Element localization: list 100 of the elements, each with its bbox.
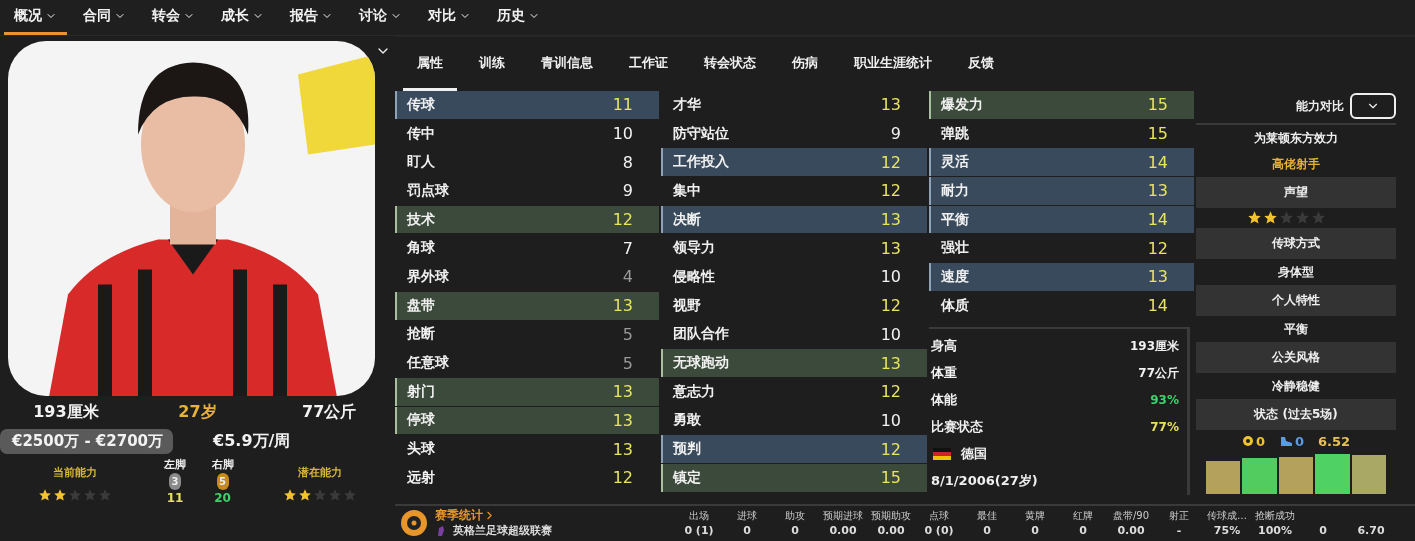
nav-tab[interactable]: 成长 bbox=[211, 0, 274, 35]
table-cell-text: 0.00 bbox=[876, 524, 906, 537]
table-cell-text: 0 bbox=[1030, 524, 1040, 537]
attribute-value: 8 bbox=[622, 152, 633, 172]
nav-tab[interactable]: 报告 bbox=[280, 0, 343, 35]
boot-icon bbox=[1278, 435, 1293, 447]
attribute-name: 强壮 bbox=[941, 239, 969, 258]
attribute-value: 13 bbox=[1147, 267, 1168, 287]
nav-tab[interactable]: 转会 bbox=[142, 0, 205, 35]
tab[interactable]: 转会状态 bbox=[690, 37, 770, 91]
attribute-name: 侵略性 bbox=[673, 267, 715, 286]
empty-star-icon bbox=[98, 488, 112, 502]
info-value: 77% bbox=[1150, 420, 1179, 434]
player-age: 27岁 bbox=[178, 402, 217, 423]
attribute-name: 意志力 bbox=[673, 382, 715, 401]
empty-star-icon bbox=[83, 488, 97, 502]
attribute-value: 10 bbox=[880, 410, 901, 430]
foot-label: 左脚 bbox=[164, 457, 186, 472]
section-value: 身体型 bbox=[1278, 264, 1314, 281]
column-header: 助攻 bbox=[784, 508, 806, 523]
table-cell-text: 0 (1) bbox=[683, 524, 715, 537]
nav-tab[interactable]: 对比 bbox=[418, 0, 481, 35]
flag-icon bbox=[933, 448, 951, 460]
attribute-name: 镇定 bbox=[673, 468, 701, 487]
star-icon bbox=[38, 488, 52, 502]
table-cell-text: - bbox=[1175, 524, 1183, 537]
column-header: 预期进球 bbox=[822, 508, 864, 523]
table-cell-text: 0.00 bbox=[828, 524, 858, 537]
info-label: 比赛状态 bbox=[931, 418, 983, 436]
table-cell-text: 0 bbox=[1318, 524, 1328, 537]
tab[interactable]: 伤病 bbox=[778, 37, 832, 91]
tab[interactable]: 反馈 bbox=[954, 37, 1008, 91]
attribute-value: 13 bbox=[612, 296, 633, 316]
section-heading: 个人特性 bbox=[1196, 285, 1396, 316]
attribute-value: 13 bbox=[880, 353, 901, 373]
season-stats-link[interactable]: 赛季统计 bbox=[435, 507, 675, 524]
attribute-value: 15 bbox=[1147, 124, 1168, 144]
average-rating: 6.52 bbox=[1318, 433, 1351, 449]
star-icon bbox=[1246, 210, 1262, 225]
tab[interactable]: 职业生涯统计 bbox=[840, 37, 946, 91]
column-header: 出场 bbox=[688, 508, 710, 523]
attribute-value: 14 bbox=[1147, 296, 1168, 316]
attribute-value: 13 bbox=[880, 238, 901, 258]
attribute-name: 停球 bbox=[407, 411, 435, 430]
info-label: 体能 bbox=[931, 391, 957, 409]
column-header: 最佳 bbox=[976, 508, 998, 523]
info-value: 193厘米 bbox=[1129, 337, 1179, 355]
compare-label: 能力对比 bbox=[1296, 97, 1344, 115]
section-heading: 公关风格 bbox=[1196, 342, 1396, 373]
tab[interactable]: 训练 bbox=[465, 37, 519, 91]
column-header: 红牌 bbox=[1072, 508, 1094, 523]
attribute-name: 灵活 bbox=[941, 153, 969, 172]
attribute-value: 15 bbox=[880, 468, 901, 488]
attribute-name: 平衡 bbox=[941, 210, 969, 229]
attribute-value: 12 bbox=[1147, 238, 1168, 258]
attribute-value: 10 bbox=[880, 324, 901, 344]
attribute-value: 9 bbox=[622, 181, 633, 201]
empty-star-icon bbox=[313, 488, 327, 502]
attribute-name: 盯人 bbox=[407, 153, 435, 172]
nav-tab[interactable]: 讨论 bbox=[349, 0, 412, 35]
transfer-value: €2500万 - €2700万 bbox=[0, 429, 174, 454]
attribute-name: 技术 bbox=[407, 210, 435, 229]
table-cell-text: 0 (0) bbox=[923, 524, 955, 537]
attribute-name: 无球跑动 bbox=[673, 354, 729, 373]
attribute-name: 速度 bbox=[941, 267, 969, 286]
nationality: 德国 bbox=[961, 445, 987, 463]
nav-tab[interactable]: 概况 bbox=[4, 0, 67, 35]
attribute-value: 14 bbox=[1147, 210, 1168, 230]
tab[interactable]: 工作证 bbox=[615, 37, 682, 91]
attribute-name: 界外球 bbox=[407, 267, 449, 286]
column-header: 射正 bbox=[1168, 508, 1190, 523]
attribute-value: 11 bbox=[612, 95, 633, 115]
attribute-value: 10 bbox=[612, 124, 633, 144]
section-heading: 状态 (过去5场) bbox=[1196, 399, 1396, 430]
section-heading: 传球方式 bbox=[1196, 228, 1396, 259]
nav-tab[interactable]: 历史 bbox=[487, 0, 550, 35]
attribute-value: 15 bbox=[1147, 95, 1168, 115]
attribute-value: 5 bbox=[622, 353, 633, 373]
foot-rating: 5 bbox=[216, 473, 229, 490]
empty-star-icon bbox=[343, 488, 357, 502]
info-label: 身高 bbox=[931, 337, 957, 355]
attribute-value: 14 bbox=[1147, 152, 1168, 172]
attribute-name: 决断 bbox=[673, 210, 701, 229]
tab[interactable]: 青训信息 bbox=[527, 37, 607, 91]
player-role: 高佬射手 bbox=[1272, 156, 1320, 173]
attribute-value: 10 bbox=[880, 267, 901, 287]
empty-star-icon bbox=[68, 488, 82, 502]
attribute-value: 7 bbox=[622, 238, 633, 258]
ability-label: 当前能力 bbox=[53, 465, 97, 480]
attribute-name: 工作投入 bbox=[673, 153, 729, 172]
nav-tab[interactable]: 合同 bbox=[73, 0, 136, 35]
attribute-name: 罚点球 bbox=[407, 181, 449, 200]
attribute-value: 13 bbox=[612, 410, 633, 430]
attribute-value: 13 bbox=[880, 210, 901, 230]
attribute-name: 视野 bbox=[673, 296, 701, 315]
column-header: 点球 bbox=[928, 508, 950, 523]
player-weight: 77公斤 bbox=[302, 402, 357, 423]
compare-dropdown[interactable] bbox=[1350, 93, 1396, 119]
attribute-name: 体质 bbox=[941, 296, 969, 315]
attribute-value: 12 bbox=[880, 181, 901, 201]
